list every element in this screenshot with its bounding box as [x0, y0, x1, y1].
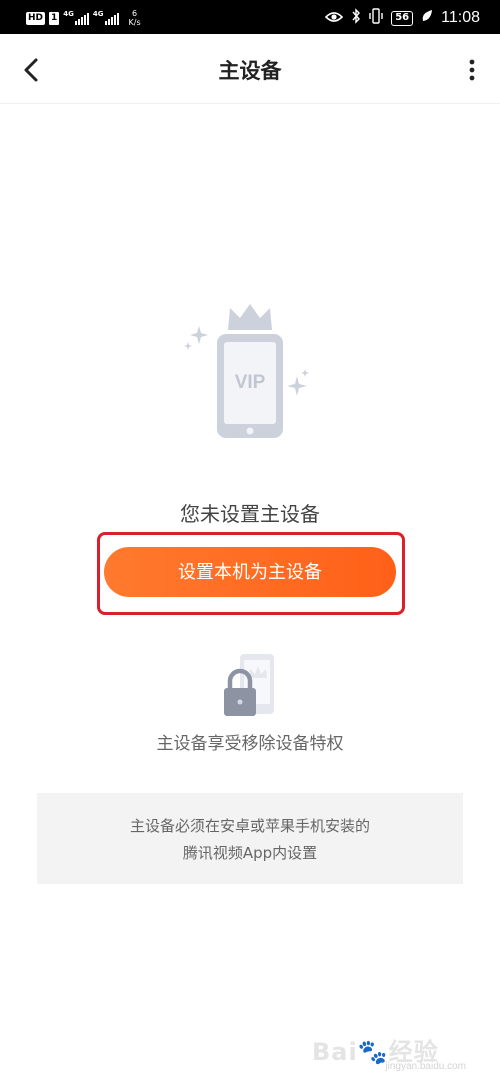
- crown-icon: [228, 304, 272, 330]
- more-button[interactable]: [462, 54, 482, 88]
- bluetooth-icon: [351, 8, 361, 28]
- network-speed: 6 K/s: [128, 9, 141, 27]
- vip-label: VIP: [235, 372, 266, 393]
- sparkle-icon: [184, 342, 192, 350]
- baidu-watermark: Bai🐾经验 jingyan.baidu.com: [312, 1028, 472, 1078]
- vip-phone-illustration: VIP: [49, 304, 451, 465]
- clock: 11:08: [441, 9, 480, 26]
- status-bar: HD 1 4G 4G 6 K/s 56 11:08: [0, 0, 500, 34]
- lock-phone-icon: [224, 654, 274, 716]
- battery-indicator: 56: [391, 10, 414, 26]
- set-main-device-button[interactable]: 设置本机为主设备: [104, 547, 396, 597]
- vibrate-icon: [369, 8, 383, 28]
- page-title: 主设备: [218, 59, 282, 83]
- network-type-1: 4G: [63, 10, 74, 18]
- signal-icon: 4G: [63, 11, 89, 25]
- sim-indicator: 1: [49, 11, 60, 25]
- note-line-2: 腾讯视频App内设置: [182, 844, 318, 862]
- sparkle-icon: [301, 369, 309, 377]
- no-main-device-message: 您未设置主设备: [180, 502, 320, 526]
- privilege-text: 主设备享受移除设备特权: [156, 734, 344, 754]
- signal-icon-2: 4G: [93, 11, 119, 25]
- nav-bar: 主设备: [0, 34, 500, 104]
- note-line-1: 主设备必须在安卓或苹果手机安装的: [129, 817, 370, 835]
- eye-icon: [325, 9, 344, 27]
- watermark-url: jingyan.baidu.com: [385, 1061, 466, 1072]
- more-vertical-icon: [469, 59, 475, 81]
- leaf-icon: [421, 9, 433, 27]
- info-note: 主设备必须在安卓或苹果手机安装的 腾讯视频App内设置: [37, 793, 463, 884]
- hd-indicator: HD: [26, 11, 46, 25]
- sparkle-icon: [287, 376, 307, 396]
- network-type-2: 4G: [92, 10, 104, 18]
- sparkle-icon: [190, 326, 208, 344]
